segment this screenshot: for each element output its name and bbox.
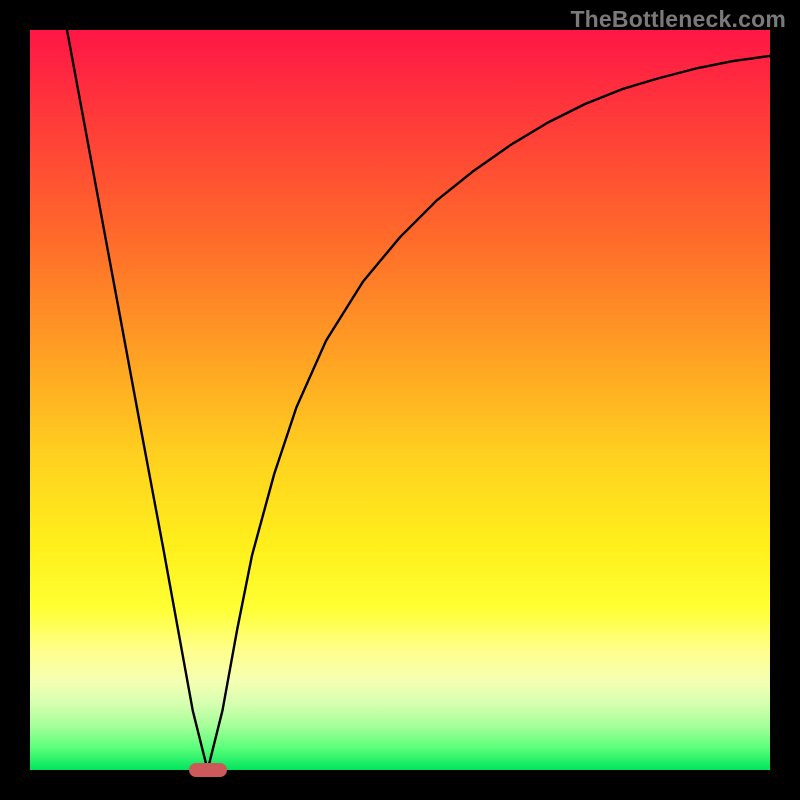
chart-frame: TheBottleneck.com	[0, 0, 800, 800]
watermark-text: TheBottleneck.com	[570, 6, 786, 33]
curve-svg	[30, 30, 770, 770]
optimal-marker	[189, 763, 227, 777]
curve-path	[67, 30, 770, 770]
plot-area	[30, 30, 770, 770]
